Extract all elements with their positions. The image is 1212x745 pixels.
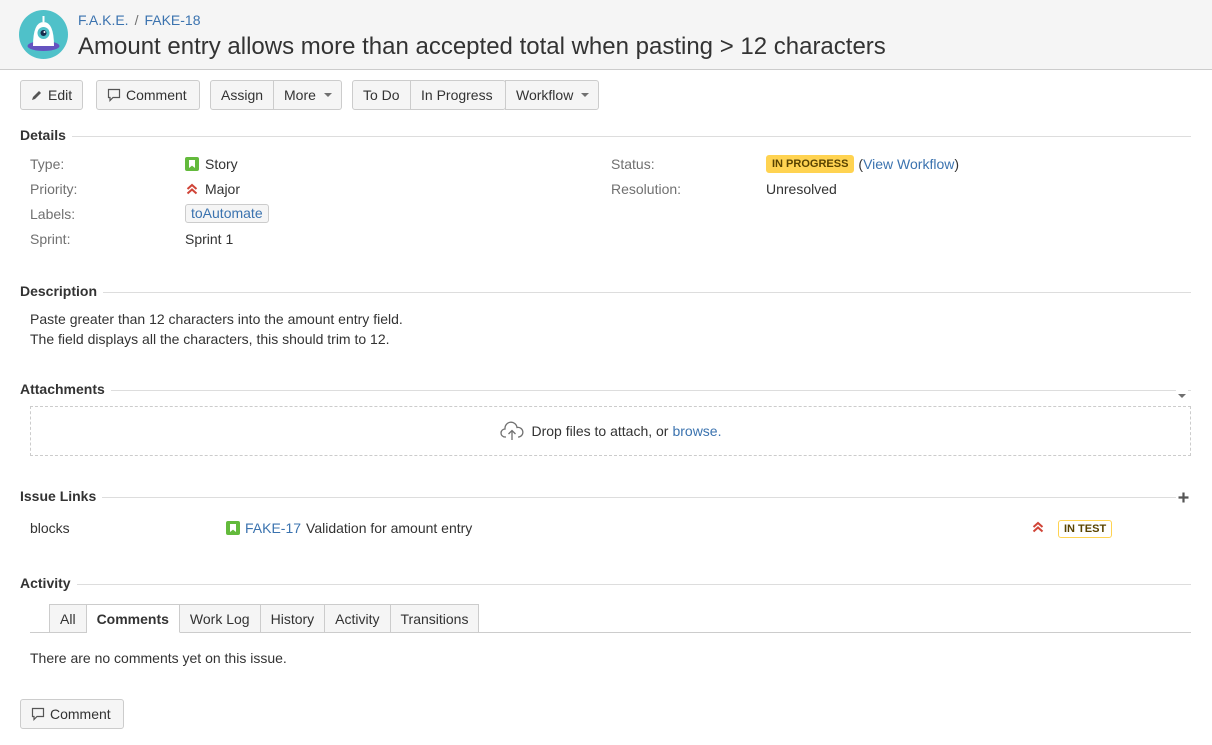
chevron-down-icon (581, 93, 590, 97)
more-button-label: More (284, 87, 316, 103)
type-value: Story (185, 156, 238, 172)
in-progress-button-label: In Progress (421, 87, 493, 103)
status-value: IN PROGRESS (View Workflow) (766, 155, 959, 173)
description-body[interactable]: Paste greater than 12 characters into th… (30, 309, 403, 349)
workflow-button-label: Workflow (516, 87, 574, 103)
attachments-divider (20, 390, 1191, 391)
todo-button-label: To Do (363, 87, 400, 103)
page-title: Amount entry allows more than accepted t… (78, 33, 886, 60)
sprint-label: Sprint: (30, 231, 71, 247)
view-workflow-close-paren: ) (954, 156, 960, 172)
type-value-text: Story (205, 156, 238, 172)
attachments-options-dropdown[interactable] (1176, 385, 1188, 401)
label-chip-toautomate[interactable]: toAutomate (185, 204, 269, 223)
plus-icon (1178, 492, 1189, 503)
chevron-down-icon (1178, 394, 1186, 398)
breadcrumb-issue-link[interactable]: FAKE-18 (144, 12, 200, 28)
description-line: The field displays all the characters, t… (30, 331, 390, 347)
linked-issue-summary[interactable]: Validation for amount entry (306, 520, 472, 536)
cloud-upload-icon (499, 421, 523, 440)
issue-links-divider (20, 497, 1191, 498)
attachments-heading[interactable]: Attachments (20, 381, 111, 397)
description-divider (20, 292, 1191, 293)
resolution-label: Resolution: (611, 181, 682, 197)
issue-header: F.A.K.E. / FAKE-18 Amount entry allows mor… (0, 0, 1212, 70)
comment-icon (31, 707, 45, 721)
edit-button[interactable]: Edit (20, 80, 84, 110)
activity-divider (20, 584, 1191, 585)
type-label: Type: (30, 156, 65, 172)
add-comment-button[interactable]: Comment (20, 699, 124, 729)
pencil-icon (32, 91, 41, 100)
story-icon (226, 521, 240, 535)
priority-label: Priority: (30, 181, 78, 197)
description-line: Paste greater than 12 characters into th… (30, 311, 403, 327)
tab-comments[interactable]: Comments (86, 604, 180, 633)
status-badge: IN PROGRESS (766, 155, 855, 173)
linked-issue: FAKE-17 Validation for amount entry (226, 520, 472, 536)
edit-button-label: Edit (48, 87, 73, 103)
no-comments-message: There are no comments yet on this issue. (30, 650, 287, 666)
linked-issue-status-badge: IN TEST (1058, 520, 1113, 538)
priority-value-text: Major (205, 181, 241, 197)
description-heading[interactable]: Description (20, 283, 104, 299)
breadcrumb: F.A.K.E. / FAKE-18 (78, 12, 201, 28)
browse-link[interactable]: browse. (672, 423, 721, 439)
activity-heading[interactable]: Activity (20, 575, 77, 591)
tab-work-log[interactable]: Work Log (179, 604, 261, 633)
priority-major-icon (186, 183, 198, 195)
chevron-down-icon (323, 93, 332, 97)
view-workflow-link[interactable]: View Workflow (863, 156, 954, 172)
resolution-value: Unresolved (766, 181, 837, 197)
activity-tabs: All Comments Work Log History Activity T… (49, 604, 480, 633)
comment-icon (107, 88, 121, 102)
todo-button[interactable]: To Do (352, 80, 411, 110)
linked-issue-key[interactable]: FAKE-17 (245, 520, 301, 536)
tab-transitions[interactable]: Transitions (390, 604, 480, 633)
link-relation: blocks (30, 520, 70, 536)
sprint-value[interactable]: Sprint 1 (185, 231, 233, 247)
priority-value: Major (185, 181, 240, 197)
tab-all[interactable]: All (49, 604, 87, 633)
add-link-button[interactable] (1176, 490, 1191, 506)
issue-links-heading[interactable]: Issue Links (20, 488, 103, 504)
breadcrumb-project-link[interactable]: F.A.K.E. (78, 12, 129, 28)
add-comment-button-label: Comment (50, 706, 111, 722)
more-button[interactable]: More (273, 80, 342, 110)
tab-history[interactable]: History (260, 604, 326, 633)
status-label: Status: (611, 156, 655, 172)
in-progress-button[interactable]: In Progress (410, 80, 506, 110)
tab-activity[interactable]: Activity (325, 604, 391, 633)
labels-label: Labels: (30, 206, 76, 222)
project-avatar[interactable] (19, 10, 68, 59)
details-divider (20, 136, 1191, 137)
assign-button-label: Assign (221, 87, 264, 103)
comment-button-label: Comment (126, 87, 187, 103)
story-icon (185, 157, 199, 171)
breadcrumb-separator: / (134, 12, 139, 28)
assign-button[interactable]: Assign (210, 80, 274, 110)
details-heading[interactable]: Details (20, 127, 72, 143)
labels-value: toAutomate (185, 204, 269, 223)
workflow-button[interactable]: Workflow (505, 80, 599, 110)
attachment-dropzone[interactable]: Drop files to attach, or browse. (30, 406, 1191, 456)
priority-major-icon (1032, 521, 1044, 533)
drop-files-text: Drop files to attach, or (531, 423, 669, 439)
comment-button[interactable]: Comment (96, 80, 200, 110)
